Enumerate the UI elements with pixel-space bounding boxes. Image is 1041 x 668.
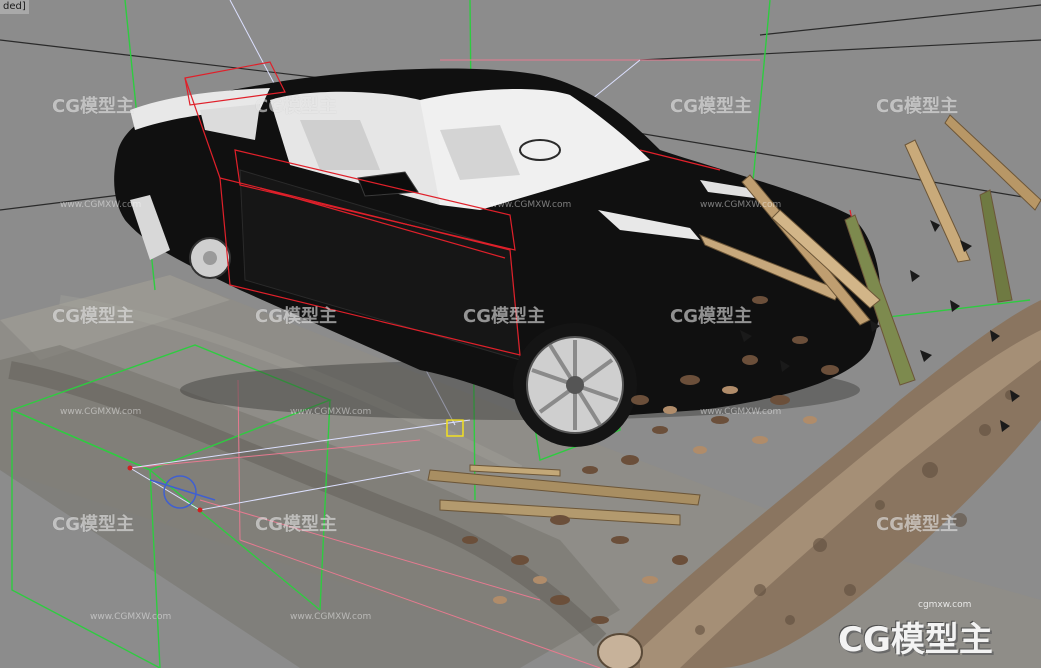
- watermark-logo: CG模型主: [463, 306, 545, 327]
- car-model[interactable]: [114, 61, 881, 447]
- watermark-url: www.CGMXW.com: [700, 200, 782, 210]
- watermark-logo: CG模型主: [255, 514, 337, 535]
- watermark-url: www.CGMXW.com: [290, 407, 372, 417]
- 3d-viewport[interactable]: ded] CG模型主 CG模型主 CG模型主 CG模型主 CG模型主 CG模型主…: [0, 0, 1041, 668]
- watermark-logo: CG模型主: [670, 96, 752, 117]
- watermark-logo: CG模型主: [52, 514, 134, 535]
- watermark-big-url: cgmxw.com: [918, 600, 972, 610]
- watermark-logo: CG模型主: [876, 514, 958, 535]
- watermark-url: www.CGMXW.com: [290, 612, 372, 622]
- watermark-url: www.CGMXW.com: [90, 612, 172, 622]
- watermark-url: www.CGMXW.com: [700, 407, 782, 417]
- watermark-logo: CG模型主: [255, 306, 337, 327]
- watermark-logo: CG模型主: [52, 306, 134, 327]
- watermark-logo: CG模型主: [670, 306, 752, 327]
- watermark-url: www.CGMXW.com: [60, 407, 142, 417]
- watermark-url: www.CGMXW.com: [490, 200, 572, 210]
- watermark-logo: CG模型主: [255, 96, 337, 117]
- watermark-logo: CG模型主: [876, 96, 958, 117]
- watermark-url: www.CGMXW.com: [60, 200, 142, 210]
- watermark-logo: CG模型主: [52, 96, 134, 117]
- watermark-big-logo: CG模型主: [838, 620, 993, 660]
